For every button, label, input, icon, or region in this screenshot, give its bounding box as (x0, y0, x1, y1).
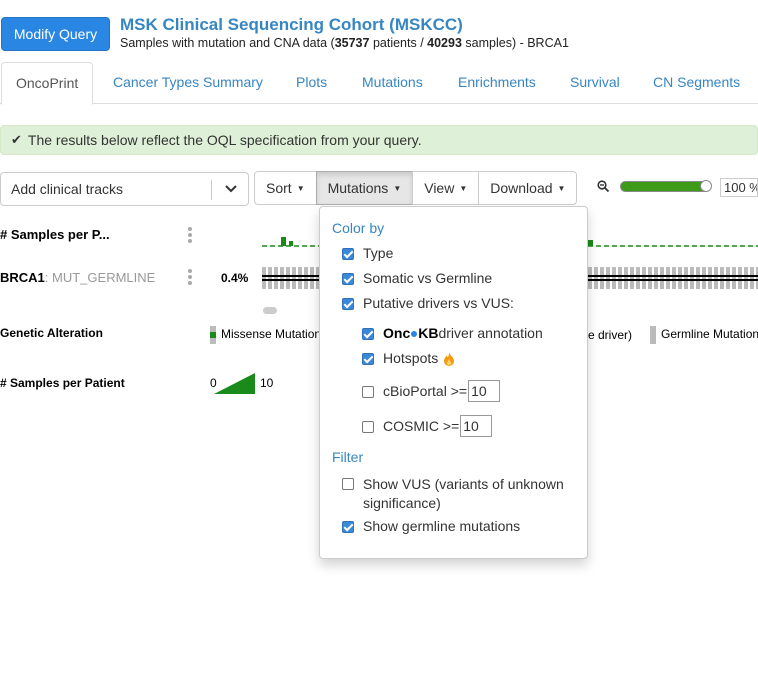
caret-down-icon: ▼ (296, 183, 305, 193)
tab-plots[interactable]: Plots (296, 62, 327, 104)
tab-oncoprint[interactable]: OncoPrint (1, 62, 94, 105)
cosmic-checkbox[interactable] (362, 421, 374, 433)
filter-header: Filter (332, 449, 364, 465)
option-oncokb[interactable]: Onc KB driver annotation (362, 325, 543, 341)
track-label-samples-per-patient: # Samples per P... (0, 227, 110, 242)
show-vus-checkbox[interactable] (342, 478, 354, 490)
brca1-oncoprint-track (262, 267, 320, 289)
legend-scale-max: 10 (260, 376, 274, 390)
modify-query-button[interactable]: Modify Query (1, 17, 110, 51)
tab-cn-segments[interactable]: CN Segments (653, 62, 740, 104)
oncoprint-toolbar: Sort ▼ Mutations ▼ View ▼ Download ▼ (254, 171, 578, 205)
type-checkbox[interactable] (342, 248, 354, 260)
option-show-vus[interactable]: Show VUS (variants of unknown significanc… (342, 475, 564, 513)
show-germline-checkbox[interactable] (342, 521, 354, 533)
cbioportal-checkbox[interactable] (362, 386, 374, 398)
study-title[interactable]: MSK Clinical Sequencing Cohort (MSKCC) (120, 15, 463, 35)
legend-driver: e driver) (588, 328, 633, 342)
add-clinical-tracks-select[interactable]: Add clinical tracks (0, 172, 249, 206)
legend-scale-wedge (214, 373, 255, 394)
sort-button[interactable]: Sort ▼ (254, 171, 317, 205)
track-label-brca1: BRCA1: MUT_GERMLINE (0, 270, 156, 285)
option-cbioportal[interactable]: cBioPortal >= 10 (362, 380, 501, 402)
horizontal-scrollbar[interactable] (263, 307, 277, 314)
option-somatic-vs-germline[interactable]: Somatic vs Germline (342, 270, 492, 286)
option-cosmic[interactable]: COSMIC >= 10 (362, 415, 493, 437)
track-menu-icon[interactable] (188, 227, 192, 245)
option-hotspots[interactable]: Hotspots (362, 350, 456, 367)
legend-genetic-alteration: Genetic Alteration (0, 326, 103, 340)
oncokb-logo: Onc KB (383, 325, 439, 341)
samples-per-patient-track (262, 237, 320, 247)
check-icon: ✔ (11, 132, 22, 147)
option-putative-drivers[interactable]: Putative drivers vs VUS: (342, 295, 514, 311)
tab-mutations[interactable]: Mutations (362, 62, 423, 104)
cosmic-threshold-input[interactable]: 10 (460, 415, 493, 437)
sample-count: 40293 (427, 36, 462, 50)
hotspots-checkbox[interactable] (362, 353, 374, 365)
select-divider (211, 180, 212, 200)
tab-survival[interactable]: Survival (570, 62, 620, 104)
study-subtitle: Samples with mutation and CNA data (3573… (120, 36, 569, 50)
somatic-checkbox[interactable] (342, 273, 354, 285)
cbioportal-threshold-input[interactable]: 10 (468, 380, 501, 402)
view-button[interactable]: View ▼ (412, 171, 480, 205)
option-show-germline[interactable]: Show germline mutations (342, 518, 520, 534)
zoom-slider[interactable] (620, 181, 710, 192)
alert-text: The results below reflect the OQL specif… (27, 132, 422, 148)
tab-enrichments[interactable]: Enrichments (458, 62, 536, 104)
legend-germline: Germline Mutation (650, 326, 758, 344)
alteration-percent: 0.4% (221, 271, 249, 285)
brca1-oncoprint-track-right (588, 267, 758, 289)
mutations-dropdown-menu: Color by Type Somatic vs Germline Putati… (319, 206, 588, 559)
zoom-slider-handle[interactable] (700, 180, 712, 192)
patient-count: 35737 (334, 36, 370, 50)
download-button[interactable]: Download ▼ (478, 171, 578, 205)
zoom-out-icon[interactable] (597, 180, 609, 192)
tab-cancer-types-summary[interactable]: Cancer Types Summary (113, 62, 263, 104)
track-menu-icon[interactable] (188, 269, 192, 287)
samples-per-patient-track-right (588, 240, 758, 247)
oql-alert: ✔ The results below reflect the OQL spec… (0, 125, 758, 155)
chevron-down-icon[interactable] (224, 179, 238, 203)
legend-missense: Missense Mutation (210, 326, 321, 344)
putative-checkbox[interactable] (342, 298, 354, 310)
caret-down-icon: ▼ (557, 183, 566, 193)
caret-down-icon: ▼ (393, 183, 402, 193)
option-type[interactable]: Type (342, 245, 393, 261)
color-by-header: Color by (332, 220, 385, 236)
oncokb-checkbox[interactable] (362, 328, 374, 340)
zoom-input[interactable]: 100 % (720, 178, 758, 197)
legend-samples-per-patient: # Samples per Patient (0, 376, 125, 390)
results-tabs: OncoPrint Cancer Types Summary Plots Mut… (0, 62, 758, 105)
caret-down-icon: ▼ (459, 183, 468, 193)
flame-icon (444, 352, 455, 366)
mutations-button[interactable]: Mutations ▼ (315, 171, 414, 205)
